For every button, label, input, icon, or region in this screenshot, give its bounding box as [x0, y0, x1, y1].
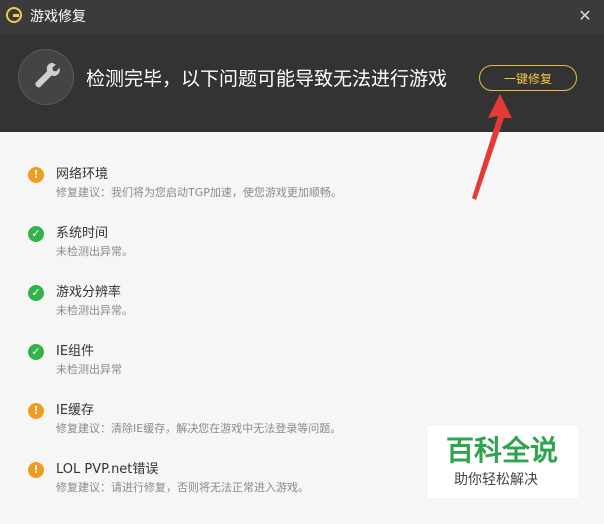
- watermark-logo: 百科全说 助你轻松解决: [428, 426, 578, 498]
- warning-icon: !: [28, 462, 44, 478]
- check-icon: ✓: [28, 285, 44, 301]
- list-item: ✓ 游戏分辨率 未检测出异常。: [28, 284, 548, 324]
- wrench-icon: [18, 49, 74, 105]
- check-icon: ✓: [28, 226, 44, 242]
- check-icon: ✓: [28, 344, 44, 360]
- list-item: ! 网络环境 修复建议：我们将为您启动TGP加速，使您游戏更加顺畅。: [28, 166, 548, 206]
- item-description: 未检测出异常: [56, 363, 122, 376]
- item-description: 修复建议：我们将为您启动TGP加速，使您游戏更加顺畅。: [56, 186, 342, 199]
- watermark-title: 百科全说: [446, 434, 559, 467]
- app-logo-icon: [6, 7, 22, 23]
- one-click-fix-button[interactable]: 一键修复: [479, 65, 577, 91]
- item-title: IE缓存: [56, 403, 95, 418]
- item-title: IE组件: [56, 344, 95, 359]
- item-description: 未检测出异常。: [56, 304, 133, 317]
- item-description: 未检测出异常。: [56, 245, 133, 258]
- list-item: ✓ 系统时间 未检测出异常。: [28, 225, 548, 265]
- list-item: ✓ IE组件 未检测出异常: [28, 343, 548, 383]
- close-icon[interactable]: ✕: [576, 7, 594, 25]
- item-description: 修复建议：清除IE缓存，解决您在游戏中无法登录等问题。: [56, 422, 342, 435]
- item-description: 修复建议：请进行修复，否则将无法正常进入游戏。: [56, 481, 309, 494]
- warning-icon: !: [28, 403, 44, 419]
- item-title: 网络环境: [56, 167, 109, 182]
- item-title: 系统时间: [56, 226, 109, 241]
- result-header: 检测完毕，以下问题可能导致无法进行游戏 一键修复: [0, 34, 604, 132]
- scan-result-message: 检测完毕，以下问题可能导致无法进行游戏: [86, 68, 448, 90]
- item-title: 游戏分辨率: [56, 285, 122, 300]
- warning-icon: !: [28, 167, 44, 183]
- item-title: LOL PVP.net错误: [56, 462, 159, 477]
- watermark-subtitle: 助你轻松解决: [454, 472, 538, 488]
- window-title: 游戏修复: [30, 9, 86, 25]
- title-bar: 游戏修复 ✕: [0, 0, 604, 34]
